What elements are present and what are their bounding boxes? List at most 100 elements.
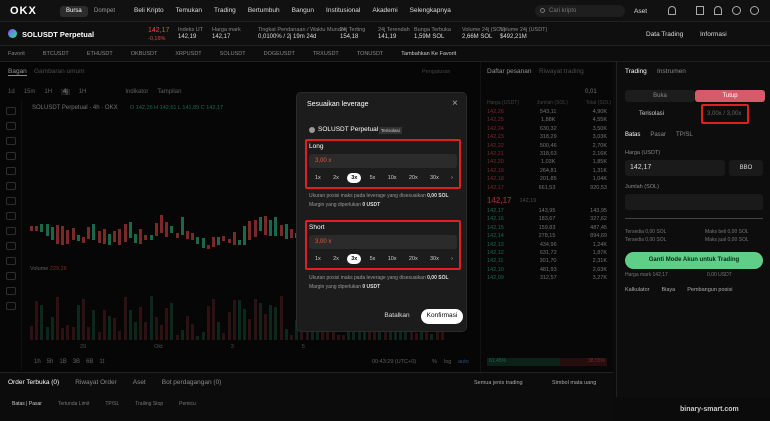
price-input[interactable]: 142,17 <box>625 160 725 176</box>
leverage-preset[interactable]: 30x <box>426 254 443 264</box>
stat-index: Indeks UT 142,19 <box>178 27 204 40</box>
order-type[interactable]: Pasar <box>650 132 666 138</box>
short-label: Short <box>309 224 325 231</box>
assets-menu[interactable]: Aset <box>634 8 647 15</box>
fav-item[interactable]: OKBUSDT <box>131 51 158 57</box>
chevron-right-icon[interactable]: › <box>447 173 457 183</box>
leverage-preset[interactable]: 3x <box>347 173 362 183</box>
leverage-preset[interactable]: 20x <box>405 254 422 264</box>
short-presets: 1x 2x 3x 5x 10x 20x 30x › <box>311 254 457 264</box>
fav-item[interactable]: SOLUSDT <box>220 51 246 57</box>
leverage-preset[interactable]: 5x <box>366 254 380 264</box>
subtab[interactable]: Pemicu <box>179 401 196 407</box>
max-sell: Maks jual 0,00 SOL <box>705 237 749 243</box>
trade-panel: Trading Instrumen Buka Tutup Terisolasi … <box>616 62 770 397</box>
bell-icon[interactable] <box>714 6 722 15</box>
tab-bursa[interactable]: Bursa <box>60 6 88 17</box>
fav-item[interactable]: XRPUSDT <box>175 51 201 57</box>
bbo-button[interactable]: BBO <box>729 160 763 176</box>
nav-item[interactable]: Bangun <box>292 7 314 14</box>
short-margin: Margin yang diperlukan 0 USDT <box>309 284 381 290</box>
leverage-preset[interactable]: 5x <box>366 173 380 183</box>
user-icon[interactable] <box>668 6 676 15</box>
fav-item[interactable]: TRXUSDT <box>313 51 339 57</box>
leverage-preset[interactable]: 10x <box>384 173 401 183</box>
max-buy: Maks beli 0,00 SOL <box>705 229 749 235</box>
subtab[interactable]: Trailing Stop <box>135 401 163 407</box>
cancel-button[interactable]: Batalkan <box>379 309 415 324</box>
tab-order-history[interactable]: Riwayat Order <box>75 379 117 386</box>
nav-item[interactable]: Beli Kripto <box>134 7 164 14</box>
search-input[interactable]: Cari kripto <box>535 5 625 17</box>
instrument-icon <box>309 127 315 133</box>
data-trading-link[interactable]: Data Trading <box>646 31 683 38</box>
fav-item[interactable]: DOGEUSDT <box>264 51 295 57</box>
stat-mark: Harga mark 142,17 <box>212 27 241 40</box>
symbol-selector[interactable]: SOLUSDT Perpetual <box>22 30 94 39</box>
fav-item[interactable]: BTCUSDT <box>43 51 69 57</box>
stat-24h-low: 24j Terendah 141,19 <box>378 27 410 40</box>
tab-instrument[interactable]: Instrumen <box>657 68 686 75</box>
open-tab[interactable]: Buka <box>625 90 695 102</box>
add-favorite-link[interactable]: Tambahkan Ke Favorit <box>401 51 456 57</box>
subtab[interactable]: Batas | Pasar <box>12 401 42 407</box>
nav-item[interactable]: Temukan <box>176 7 202 14</box>
long-label: Long <box>309 143 324 150</box>
globe-icon[interactable] <box>750 6 759 15</box>
order-type[interactable]: TP/SL <box>676 132 693 138</box>
stat-funding: Tingkat Pendanaan / Waktu Mundur 0,0100% … <box>258 27 346 40</box>
trade-tools: Kalkulator Biaya Pembangun posisi <box>625 287 733 293</box>
tab-bots[interactable]: Bot perdagangan (0) <box>162 379 222 386</box>
fav-item[interactable]: TONUSDT <box>357 51 383 57</box>
leverage-modal: Sesuaikan leverage × SOLUSDT Perpetual T… <box>296 92 467 332</box>
margin-mode-select[interactable]: Terisolasi <box>639 111 664 117</box>
fees-link[interactable]: Biaya <box>661 287 675 293</box>
help-icon[interactable] <box>732 6 741 15</box>
tab-assets[interactable]: Aset <box>133 379 146 386</box>
download-icon[interactable] <box>696 6 704 15</box>
leverage-highlight <box>701 104 749 124</box>
symbol-filter[interactable]: Simbol mata uang <box>552 380 596 386</box>
nav-item[interactable]: Akademi <box>372 7 397 14</box>
order-type[interactable]: Batas <box>625 132 640 138</box>
calculator-link[interactable]: Kalkulator <box>625 287 649 293</box>
nav-item[interactable]: Selengkapnya <box>410 7 451 14</box>
tab-dompet[interactable]: Dompet <box>88 6 121 17</box>
leverage-preset[interactable]: 20x <box>405 173 422 183</box>
leverage-preset[interactable]: 2x <box>329 173 343 183</box>
amount-slider[interactable] <box>625 218 763 219</box>
leverage-preset[interactable]: 1x <box>311 173 325 183</box>
leverage-preset[interactable]: 1x <box>311 254 325 264</box>
orders-tabs: Order Terbuka (0) Riwayat Order Aset Bot… <box>8 379 221 386</box>
close-tab[interactable]: Tutup <box>695 90 765 102</box>
stat-volume-usdt: Volume 24j (USDT) $492,21M <box>500 27 548 40</box>
fav-item[interactable]: ETHUSDT <box>87 51 113 57</box>
switch-account-mode-button[interactable]: Ganti Mode Akun untuk Trading <box>625 252 763 269</box>
short-leverage-input[interactable]: 3,00 x <box>309 235 457 249</box>
modal-title: Sesuaikan leverage <box>307 101 369 108</box>
tab-trading[interactable]: Trading <box>625 68 647 75</box>
amount-input[interactable] <box>625 194 763 210</box>
subtab[interactable]: TP/SL <box>105 401 119 407</box>
leverage-preset[interactable]: 30x <box>426 173 443 183</box>
subtab[interactable]: Tertunda Limit <box>58 401 89 407</box>
trade-type-filter[interactable]: Semua jenis trading <box>474 380 523 386</box>
confirm-button[interactable]: Konfirmasi <box>421 309 463 324</box>
nav-item[interactable]: Trading <box>214 7 236 14</box>
leverage-preset[interactable]: 2x <box>329 254 343 264</box>
info-link[interactable]: Informasi <box>700 31 727 38</box>
leverage-preset[interactable]: 3x <box>347 254 362 264</box>
price-label: Harga (USDT) <box>625 150 661 156</box>
close-icon[interactable]: × <box>452 98 458 109</box>
okx-logo[interactable]: OKX <box>10 5 37 17</box>
nav-item[interactable]: Bertumbuh <box>248 7 280 14</box>
long-leverage-input[interactable]: 3,00 x <box>309 154 457 168</box>
amount-label: Jumlah (SOL) <box>625 184 659 190</box>
position-builder-link[interactable]: Pembangun posisi <box>687 287 732 293</box>
avail-buy: Tersedia 0,00 SOL <box>625 229 667 235</box>
leverage-preset[interactable]: 10x <box>384 254 401 264</box>
cost-info: 0,00 USDT <box>707 272 732 278</box>
nav-item[interactable]: Institusional <box>326 7 360 14</box>
tab-open-orders[interactable]: Order Terbuka (0) <box>8 379 59 386</box>
chevron-right-icon[interactable]: › <box>447 254 457 264</box>
